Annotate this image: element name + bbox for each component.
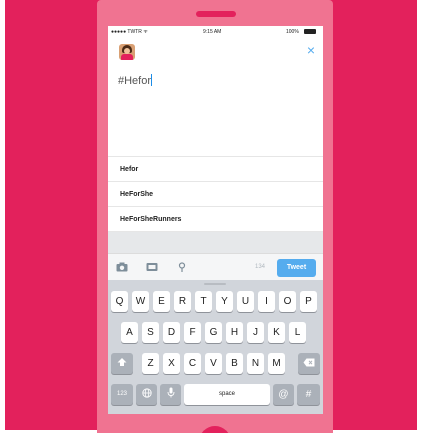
shift-key[interactable] [111, 353, 133, 374]
compose-toolbar: 134 Tweet [108, 253, 323, 280]
character-count: 134 [255, 264, 266, 270]
battery-icon [304, 29, 316, 34]
key[interactable]: A [121, 322, 138, 343]
text-cursor [151, 74, 153, 86]
phone-speaker [196, 11, 236, 17]
numbers-key[interactable]: 123 [111, 384, 133, 405]
gif-icon[interactable] [146, 262, 158, 272]
key[interactable]: J [247, 322, 264, 343]
battery-percent: 100% [286, 29, 299, 35]
key[interactable]: L [289, 322, 306, 343]
key[interactable]: U [237, 291, 254, 312]
key[interactable]: P [300, 291, 317, 312]
key[interactable]: Y [216, 291, 233, 312]
delete-icon [303, 358, 315, 367]
status-time: 9:15 AM [203, 29, 222, 35]
key[interactable]: D [163, 322, 180, 343]
key[interactable]: Q [111, 291, 128, 312]
key[interactable]: K [268, 322, 285, 343]
suggestion-item[interactable]: HeForShe [108, 182, 323, 207]
at-key[interactable]: @ [273, 384, 294, 405]
delete-key[interactable] [298, 353, 320, 374]
keyboard-handle[interactable] [204, 283, 226, 285]
key[interactable]: B [226, 353, 243, 374]
key[interactable]: S [142, 322, 159, 343]
location-icon[interactable] [176, 262, 188, 272]
mic-icon [167, 387, 174, 398]
carrier-label: ●●●●● TWTR ᯤ [111, 29, 148, 35]
space-key[interactable]: space [184, 384, 270, 405]
key[interactable]: G [205, 322, 222, 343]
key[interactable]: N [247, 353, 264, 374]
key[interactable]: Z [142, 353, 159, 374]
phone-screen: ●●●●● TWTR ᯤ 9:15 AM 100% × #Hefor Hefor… [108, 26, 323, 414]
tweet-compose-field[interactable]: #Hefor [118, 74, 153, 87]
key[interactable]: T [195, 291, 212, 312]
avatar[interactable] [119, 44, 135, 60]
key[interactable]: E [153, 291, 170, 312]
hash-key[interactable]: # [297, 384, 320, 405]
suggestion-item[interactable]: Hefor [108, 157, 323, 182]
close-icon[interactable]: × [304, 43, 318, 57]
compose-text: #Hefor [118, 75, 152, 87]
suggestion-item[interactable]: HeForSheRunners [108, 207, 323, 232]
key[interactable]: I [258, 291, 275, 312]
key[interactable]: X [163, 353, 180, 374]
status-bar: ●●●●● TWTR ᯤ 9:15 AM 100% [108, 26, 323, 38]
key[interactable]: H [226, 322, 243, 343]
suggestion-footer [108, 232, 323, 253]
key[interactable]: M [268, 353, 285, 374]
shift-icon [117, 358, 127, 366]
key[interactable]: V [205, 353, 222, 374]
mic-key[interactable] [160, 384, 181, 405]
globe-icon [141, 388, 152, 398]
globe-key[interactable] [136, 384, 157, 405]
key[interactable]: R [174, 291, 191, 312]
camera-icon[interactable] [116, 262, 128, 272]
keyboard: Q W E R T Y U I O P A S D F G H J K L Z … [108, 280, 323, 414]
key[interactable]: F [184, 322, 201, 343]
key[interactable]: C [184, 353, 201, 374]
tweet-button[interactable]: Tweet [277, 259, 316, 277]
key[interactable]: W [132, 291, 149, 312]
key[interactable]: O [279, 291, 296, 312]
